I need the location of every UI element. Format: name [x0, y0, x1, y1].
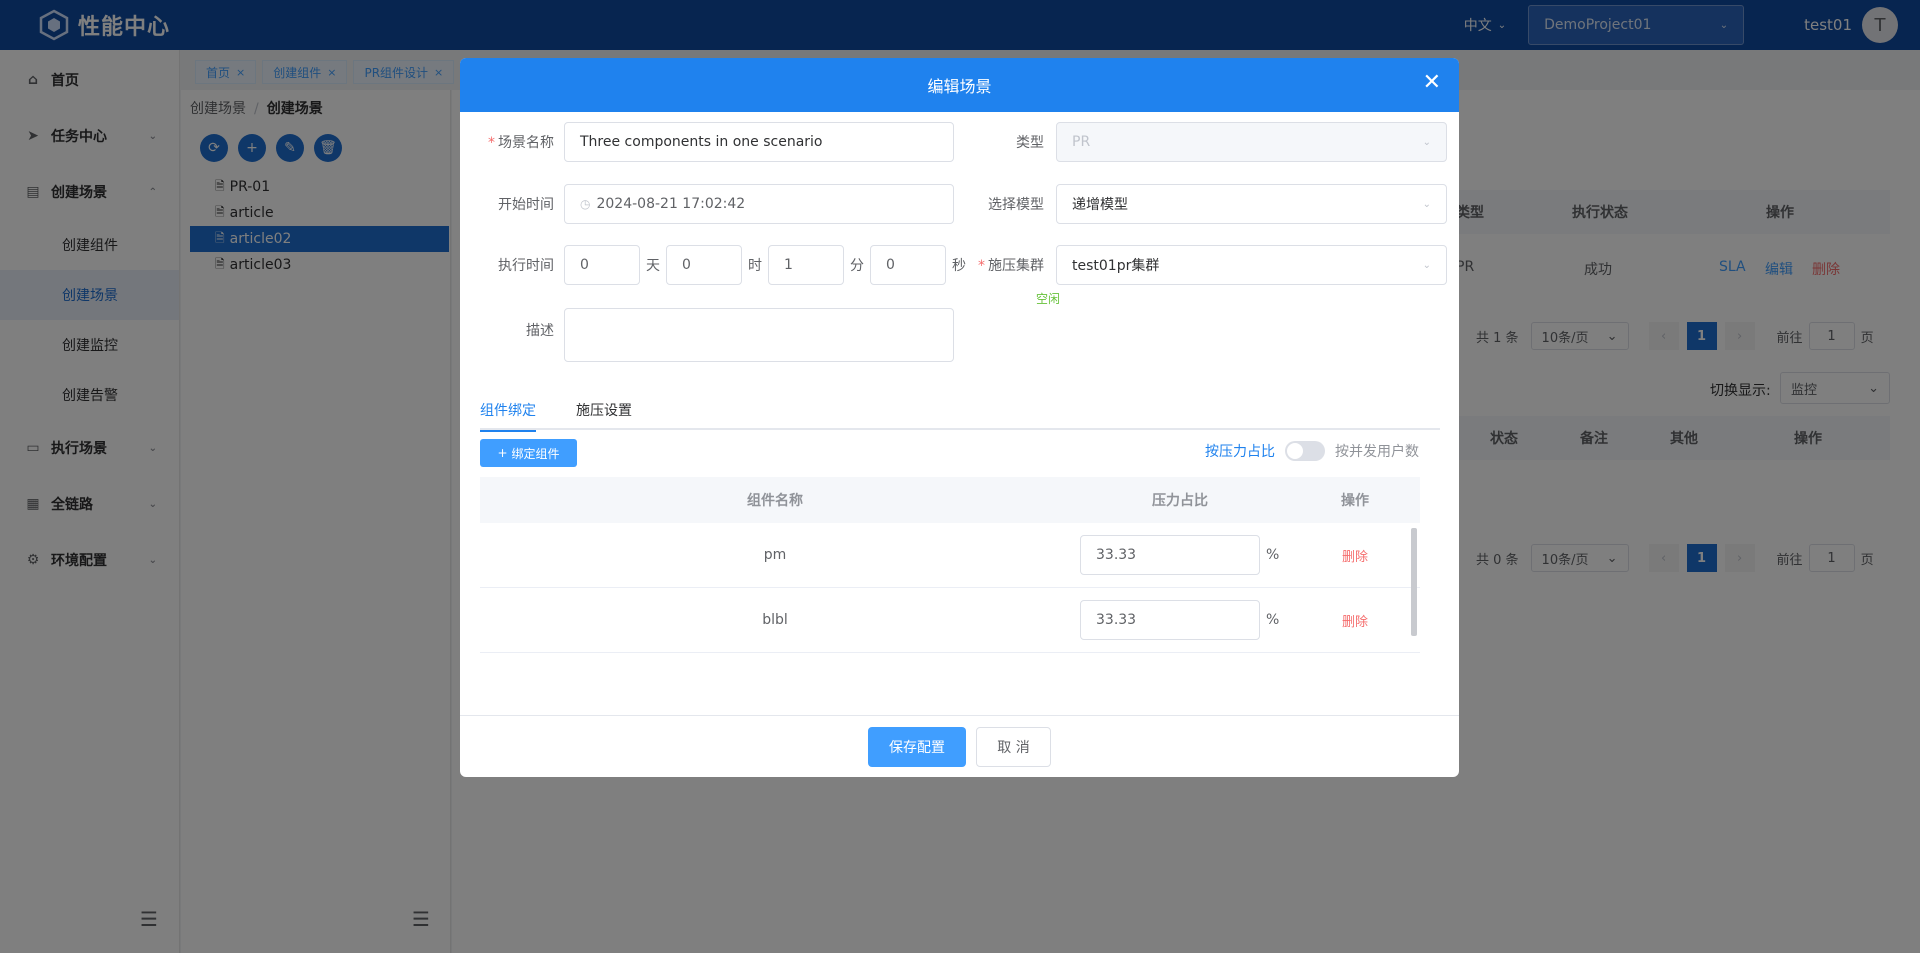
table-row: blbl 33.33 % 删除 — [480, 588, 1420, 653]
percent-unit: % — [1266, 547, 1280, 563]
ratio-input[interactable]: 33.33 — [1080, 600, 1260, 640]
table-row-partial — [480, 653, 1420, 675]
component-table: 组件名称 压力占比 操作 pm 33.33 % 删除 blbl 33.33 % … — [480, 477, 1420, 675]
minutes-unit: 分 — [850, 258, 864, 274]
plus-icon: + — [497, 446, 508, 460]
bind-component-label: 绑定组件 — [511, 446, 560, 461]
save-config-button[interactable]: 保存配置 — [868, 726, 966, 767]
delete-link[interactable]: 删除 — [1342, 550, 1368, 565]
description-label: 描述 — [526, 323, 554, 339]
bind-component-button[interactable]: + 绑定组件 — [480, 439, 577, 467]
exec-time-label: 执行时间 — [498, 258, 554, 274]
edit-scene-dialog: 编辑场景 ✕ * 场景名称 Three components in one sce… — [460, 58, 1459, 777]
component-name: blbl — [762, 612, 788, 628]
component-table-header: 组件名称 压力占比 操作 — [480, 477, 1420, 523]
cluster-value: test01pr集群 — [1072, 258, 1160, 274]
cluster-status: 空闲 — [1036, 292, 1061, 306]
type-label: 类型 — [1016, 135, 1044, 151]
model-value: 递增模型 — [1072, 197, 1128, 213]
days-unit: 天 — [646, 258, 660, 274]
type-value: PR — [1072, 134, 1091, 150]
minutes-input[interactable]: 1 — [768, 245, 844, 285]
dialog-header: 编辑场景 ✕ — [460, 58, 1459, 112]
delete-link[interactable]: 删除 — [1342, 615, 1368, 630]
scene-name-label: * 场景名称 — [488, 135, 554, 151]
column-header: 压力占比 — [1152, 493, 1208, 509]
cancel-button[interactable]: 取 消 — [976, 726, 1051, 767]
pressure-mode-toggle: 按压力占比 按并发用户数 — [1205, 441, 1419, 461]
tab-pressure-settings[interactable]: 施压设置 — [576, 390, 652, 430]
clock-icon: ◷ — [580, 197, 591, 211]
hours-unit: 时 — [748, 258, 762, 274]
start-time-label: 开始时间 — [498, 197, 554, 213]
switch-knob — [1287, 443, 1303, 459]
seconds-input[interactable]: 0 — [870, 245, 946, 285]
column-header: 操作 — [1341, 493, 1369, 509]
chevron-down-icon: ⌄ — [1422, 259, 1431, 271]
scene-name-input[interactable]: Three components in one scenario — [564, 122, 954, 162]
mode-switch[interactable] — [1285, 441, 1325, 461]
dialog-footer: 保存配置 取 消 — [460, 715, 1459, 777]
table-scrollbar[interactable] — [1411, 528, 1417, 636]
start-time-picker[interactable]: ◷ 2024-08-21 17:02:42 — [564, 184, 954, 224]
toggle-left-label[interactable]: 按压力占比 — [1205, 441, 1275, 461]
close-icon[interactable]: ✕ — [1423, 72, 1441, 94]
model-label: 选择模型 — [988, 197, 1044, 213]
hours-input[interactable]: 0 — [666, 245, 742, 285]
cluster-label: * 施压集群 — [978, 258, 1044, 274]
description-input[interactable] — [564, 308, 954, 362]
table-row: pm 33.33 % 删除 — [480, 523, 1420, 588]
percent-unit: % — [1266, 612, 1280, 628]
dialog-tabs: 组件绑定 施压设置 — [480, 390, 1440, 432]
chevron-down-icon: ⌄ — [1422, 136, 1431, 148]
type-select[interactable]: PR ⌄ — [1056, 122, 1447, 162]
model-select[interactable]: 递增模型 ⌄ — [1056, 184, 1447, 224]
dialog-title: 编辑场景 — [927, 77, 992, 96]
column-header: 组件名称 — [747, 493, 803, 509]
days-input[interactable]: 0 — [564, 245, 640, 285]
ratio-input[interactable]: 33.33 — [1080, 535, 1260, 575]
chevron-down-icon: ⌄ — [1422, 198, 1431, 210]
cluster-select[interactable]: test01pr集群 ⌄ — [1056, 245, 1447, 285]
tab-component-binding[interactable]: 组件绑定 — [480, 390, 556, 432]
toggle-right-label[interactable]: 按并发用户数 — [1335, 441, 1419, 461]
start-time-value: 2024-08-21 17:02:42 — [596, 196, 746, 212]
component-name: pm — [763, 547, 787, 563]
